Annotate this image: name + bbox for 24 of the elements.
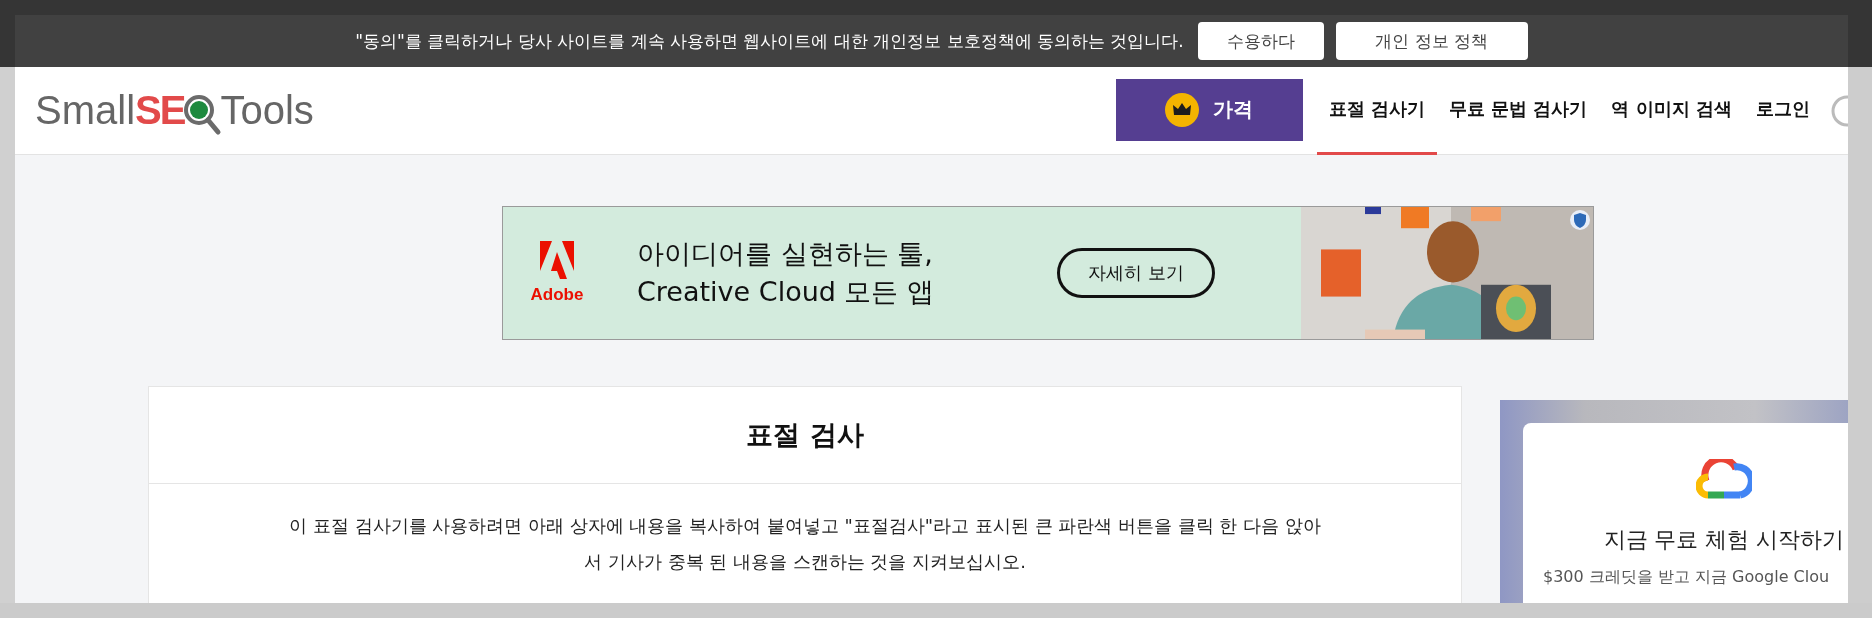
- ad-headline: 아이디어를 실현하는 툴,: [637, 237, 934, 271]
- cloud-icon: [1696, 459, 1752, 499]
- price-button[interactable]: 가격: [1115, 78, 1303, 141]
- crown-icon: [1165, 92, 1200, 127]
- brand-name: Adobe: [530, 285, 584, 305]
- logo[interactable]: SmallSE Tools: [35, 85, 314, 136]
- ad-banner[interactable]: Adobe 아이디어를 실현하는 툴, Creative Cloud 모든 앱 자세히 보기: [502, 206, 1594, 340]
- ad-text: $300 크레딧을 받고 지금 Google Clou: [1543, 567, 1830, 588]
- horizontal-scrollbar[interactable]: [0, 603, 1872, 618]
- nav-link[interactable]: 무료 문법 검사기: [1436, 66, 1600, 155]
- privacy-icon[interactable]: [1569, 209, 1591, 231]
- description-text: 이 표절 검사기를 사용하려면 아래 상자에 내용을 복사하여 붙여넣고 "표절검사"라고 표시된 큰 파란색 버튼을 클릭 한 다음 앉아서 기사가 중복 된 내용을 스캔하는 것을 지켜보십시오.: [288, 514, 1322, 574]
- section-title: 표절 검사: [746, 418, 864, 452]
- ad-title: 지금 무료 체험 시작하기: [1603, 526, 1845, 554]
- nav-link[interactable]: 역 이미지 검색: [1599, 66, 1744, 155]
- nav-link[interactable]: 로그인: [1744, 66, 1822, 155]
- learn-more-button[interactable]: 자세히 보기: [1057, 248, 1215, 298]
- adobe-logo-icon: [540, 241, 574, 279]
- consent-message: "동의"를 클릭하거나 당사 사이트를 계속 사용하면 웹사이트에 대한 개인정보 보호정책에 동의하는 것입니다.: [355, 29, 1184, 53]
- consent-button[interactable]: 수용하다: [1197, 22, 1324, 60]
- consent-button[interactable]: 개인 정보 정책: [1335, 22, 1528, 60]
- ad-headline: Creative Cloud 모든 앱: [637, 275, 936, 309]
- nav-link[interactable]: 표절 검사기: [1316, 66, 1437, 155]
- ad-card[interactable]: 지금 무료 체험 시작하기 $300 크레딧을 받고 지금 Google Clou: [1523, 423, 1848, 603]
